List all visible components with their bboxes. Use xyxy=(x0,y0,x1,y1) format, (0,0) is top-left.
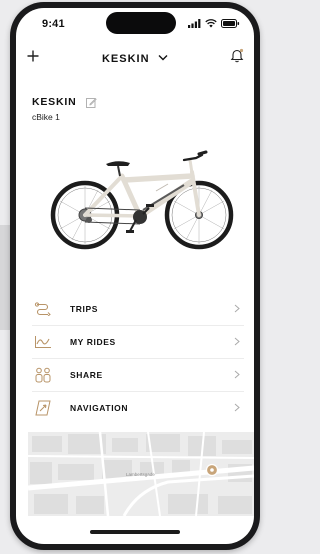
bike-name: KESKIN xyxy=(32,96,77,108)
bike-image xyxy=(50,150,234,250)
chevron-right-icon xyxy=(234,370,240,379)
chevron-right-icon xyxy=(234,337,240,346)
menu-label-share: SHARE xyxy=(70,370,103,380)
chevron-down-icon xyxy=(158,55,168,61)
home-indicator[interactable] xyxy=(90,530,180,534)
app-screen: 9:41 KESKIN KESKIN cBike 1 TRIPS MY RIDE… xyxy=(16,8,254,544)
menu-item-my-rides[interactable]: MY RIDES xyxy=(32,326,244,359)
status-icons xyxy=(188,19,240,28)
dynamic-island xyxy=(106,12,176,34)
top-navigation-bar: KESKIN xyxy=(16,46,254,72)
navigation-icon xyxy=(32,399,54,417)
share-icon xyxy=(32,366,54,384)
signal-icon xyxy=(188,19,201,28)
location-map[interactable]: Lambertsgade xyxy=(28,432,254,516)
menu-label-navigation: NAVIGATION xyxy=(70,403,129,413)
bike-menu: TRIPS MY RIDES SHARE NAVIGATION xyxy=(32,293,244,424)
notifications-button[interactable] xyxy=(230,48,244,68)
chevron-right-icon xyxy=(234,403,240,412)
wifi-icon xyxy=(205,19,217,28)
menu-item-share[interactable]: SHARE xyxy=(32,359,244,392)
bell-icon xyxy=(230,48,244,63)
edit-name-button[interactable] xyxy=(86,95,97,113)
menu-label-trips: TRIPS xyxy=(70,304,99,314)
bike-model: cBike 1 xyxy=(32,112,60,122)
status-time: 9:41 xyxy=(42,18,65,30)
phone-frame: 9:41 KESKIN KESKIN cBike 1 TRIPS MY RIDE… xyxy=(10,2,260,550)
my-rides-icon xyxy=(32,333,54,351)
chevron-right-icon xyxy=(234,304,240,313)
menu-label-my-rides: MY RIDES xyxy=(70,337,116,347)
menu-item-trips[interactable]: TRIPS xyxy=(32,293,244,326)
edit-icon xyxy=(86,98,97,108)
bike-selector[interactable]: KESKIN xyxy=(16,49,254,67)
menu-item-navigation[interactable]: NAVIGATION xyxy=(32,392,244,424)
map-street-label: Lambertsgade xyxy=(126,472,155,477)
battery-icon xyxy=(221,19,240,28)
trips-icon xyxy=(32,300,54,318)
header-title: KESKIN xyxy=(101,53,150,65)
